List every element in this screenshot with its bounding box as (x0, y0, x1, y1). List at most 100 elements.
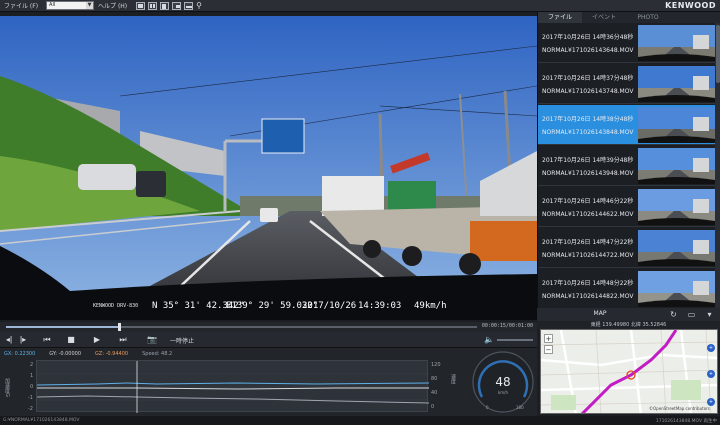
file-thumbnail (638, 148, 715, 184)
file-date: 2017年10月26日 14時38分48秒 (542, 116, 634, 123)
gz-value: GZ: -0.94400 (95, 351, 129, 357)
layout-video-icon[interactable] (160, 1, 170, 10)
brand-logo: KENWOOD (665, 1, 716, 10)
y-tick: 1 (30, 373, 34, 379)
osd-logo: KENWOOD DRV-830 (93, 303, 139, 309)
pan-up-icon[interactable]: + (707, 344, 715, 352)
speedometer: 48 km/h 0 180 (470, 349, 536, 415)
osd-date: 2017/10/26 (302, 301, 357, 311)
osd-speed: 49km/h (414, 301, 447, 311)
speedometer-dial: 48 km/h 0 180 (472, 351, 534, 413)
y2-tick: 80 (431, 376, 438, 382)
file-date: 2017年10月26日 14時39分48秒 (542, 157, 634, 164)
window-icon[interactable]: ▭ (687, 310, 696, 319)
frame-back-icon[interactable]: ◂ǀ (4, 335, 14, 345)
file-name: NORMAL¥171026144722.MOV (542, 252, 634, 259)
file-name: NORMAL¥171026144822.MOV (542, 293, 634, 300)
file-name: NORMAL¥171026143748.MOV (542, 88, 634, 95)
zoom-icon[interactable]: ⚲ (193, 1, 205, 10)
gps-coordinates: 東経 139.49980 北緯 35.52846 (537, 321, 720, 329)
file-tabs: ファイル イベント PHOTO (538, 12, 720, 23)
y2-tick: 120 (431, 362, 441, 368)
file-date: 2017年10月26日 14時47分22秒 (542, 239, 634, 246)
file-list-item[interactable]: 2017年10月26日 14時38分48秒 NORMAL¥171026143848… (538, 105, 715, 145)
gsensor-panel: GX: 0.22300 GY: -0.00000 GZ: -0.94400 Sp… (0, 348, 537, 416)
seek-progress (6, 326, 120, 328)
tab-photo[interactable]: PHOTO (626, 12, 670, 23)
file-list-item[interactable]: 2017年10月26日 14時39分48秒 NORMAL¥171026143948… (538, 146, 715, 186)
stop-icon[interactable]: ■ (66, 335, 76, 345)
file-list-item[interactable]: 2017年10月26日 14時37分48秒 NORMAL¥171026143748… (538, 64, 715, 104)
y-tick: 0 (30, 384, 34, 390)
y2-tick: 40 (431, 390, 438, 396)
menu-file[interactable]: ファイル (F) (0, 1, 44, 10)
file-date: 2017年10月26日 14時36分48秒 (542, 34, 634, 41)
previous-file-icon[interactable]: ⏮ (42, 335, 52, 345)
snapshot-icon[interactable]: 📷 (146, 335, 158, 345)
menu-bar: ファイル (F) All ▼ ヘルプ (H) ⚲ KENWOOD (0, 0, 720, 12)
y-tick: -2 (28, 406, 33, 412)
next-file-icon[interactable]: ⏭ (118, 335, 128, 345)
gx-value: GX: 0.22300 (4, 351, 36, 357)
gsensor-readouts: GX: 0.22300 GY: -0.00000 GZ: -0.94400 Sp… (4, 351, 172, 357)
file-name: NORMAL¥171026143948.MOV (542, 170, 634, 177)
layout-double-icon[interactable] (148, 1, 158, 10)
file-list: 2017年10月26日 14時36分48秒 NORMAL¥171026143648… (538, 23, 715, 309)
file-date: 2017年10月26日 14時48分22秒 (542, 280, 634, 287)
gy-line (37, 387, 429, 390)
gsensor-plot[interactable] (36, 360, 430, 413)
pan-down-icon[interactable]: + (707, 398, 715, 406)
video-frame (0, 16, 537, 320)
file-panel: ファイル イベント PHOTO 2017年10月26日 14時36分48秒 NOR… (537, 12, 720, 309)
file-name: NORMAL¥171026143648.MOV (542, 47, 634, 54)
tab-events[interactable]: イベント (582, 12, 626, 23)
y-tick: 2 (30, 362, 34, 368)
map-attribution: ©OpenStreetMap contributors (649, 406, 710, 411)
scrollbar-thumb[interactable] (716, 25, 720, 83)
zoom-in-icon[interactable]: + (544, 334, 553, 343)
map-tiles (541, 330, 717, 413)
collapse-icon[interactable]: ▾ (705, 310, 714, 319)
file-name: NORMAL¥171026144622.MOV (542, 211, 634, 218)
speed-axis-label: 速度 (450, 374, 456, 384)
file-list-item[interactable]: 2017年10月26日 14時48分22秒 NORMAL¥171026144822… (538, 269, 715, 309)
volume-icon[interactable]: 🔈 (484, 335, 494, 345)
file-list-item[interactable]: 2017年10月26日 14時47分22秒 NORMAL¥171026144722… (538, 228, 715, 268)
play-icon[interactable]: ▶ (92, 335, 102, 345)
file-filter-select[interactable]: All ▼ (46, 1, 95, 10)
file-filter-value: All (49, 2, 56, 8)
frame-forward-icon[interactable]: ǀ▸ (18, 335, 28, 345)
file-name: NORMAL¥171026143848.MOV (542, 129, 634, 136)
file-list-scrollbar[interactable] (715, 23, 720, 308)
status-bar: G:¥NORMAL¥171026143848.MOV 171026143848.… (0, 416, 720, 425)
seek-thumb[interactable] (118, 323, 122, 331)
refresh-icon[interactable]: ↻ (669, 310, 678, 319)
gsensor-y-label: 加速度G (4, 378, 10, 397)
file-thumbnail (638, 189, 715, 225)
tab-files[interactable]: ファイル (538, 12, 582, 23)
gy-value: GY: -0.00000 (49, 351, 82, 357)
map-view[interactable]: + − + + + ©OpenStreetMap contributors (540, 329, 718, 414)
map-label: MAP (593, 310, 607, 317)
layout-split-icon[interactable] (184, 1, 194, 10)
pan-right-icon[interactable]: + (707, 370, 715, 378)
zoom-out-icon[interactable]: − (544, 345, 553, 354)
status-playing: 171026143848.MOV 再生中 (655, 419, 717, 424)
file-list-item[interactable]: 2017年10月26日 14時36分48秒 NORMAL¥171026143648… (538, 23, 715, 63)
pause-button[interactable]: 一時停止 (170, 336, 194, 345)
seek-bar[interactable]: 00:00:15/00:01:00 (0, 322, 537, 332)
gsensor-chart (36, 361, 430, 413)
playback-time: 00:00:15/00:01:00 (481, 323, 533, 329)
file-thumbnail (638, 66, 715, 102)
video-player[interactable]: KENWOOD DRV-830 N 35° 31' 42.342" E139° … (0, 16, 537, 320)
speed-value: Speed: 48.2 (142, 351, 173, 357)
layout-map-icon[interactable] (172, 1, 182, 10)
chevron-down-icon[interactable]: ▼ (86, 2, 94, 9)
file-list-item[interactable]: 2017年10月26日 14時46分22秒 NORMAL¥171026144622… (538, 187, 715, 227)
menu-help[interactable]: ヘルプ (H) (94, 1, 133, 10)
volume-slider[interactable] (497, 339, 533, 341)
osd-time: 14:39:03 (358, 301, 402, 311)
file-thumbnail (638, 230, 715, 266)
y-tick: -1 (28, 395, 33, 401)
layout-single-icon[interactable] (136, 1, 146, 10)
